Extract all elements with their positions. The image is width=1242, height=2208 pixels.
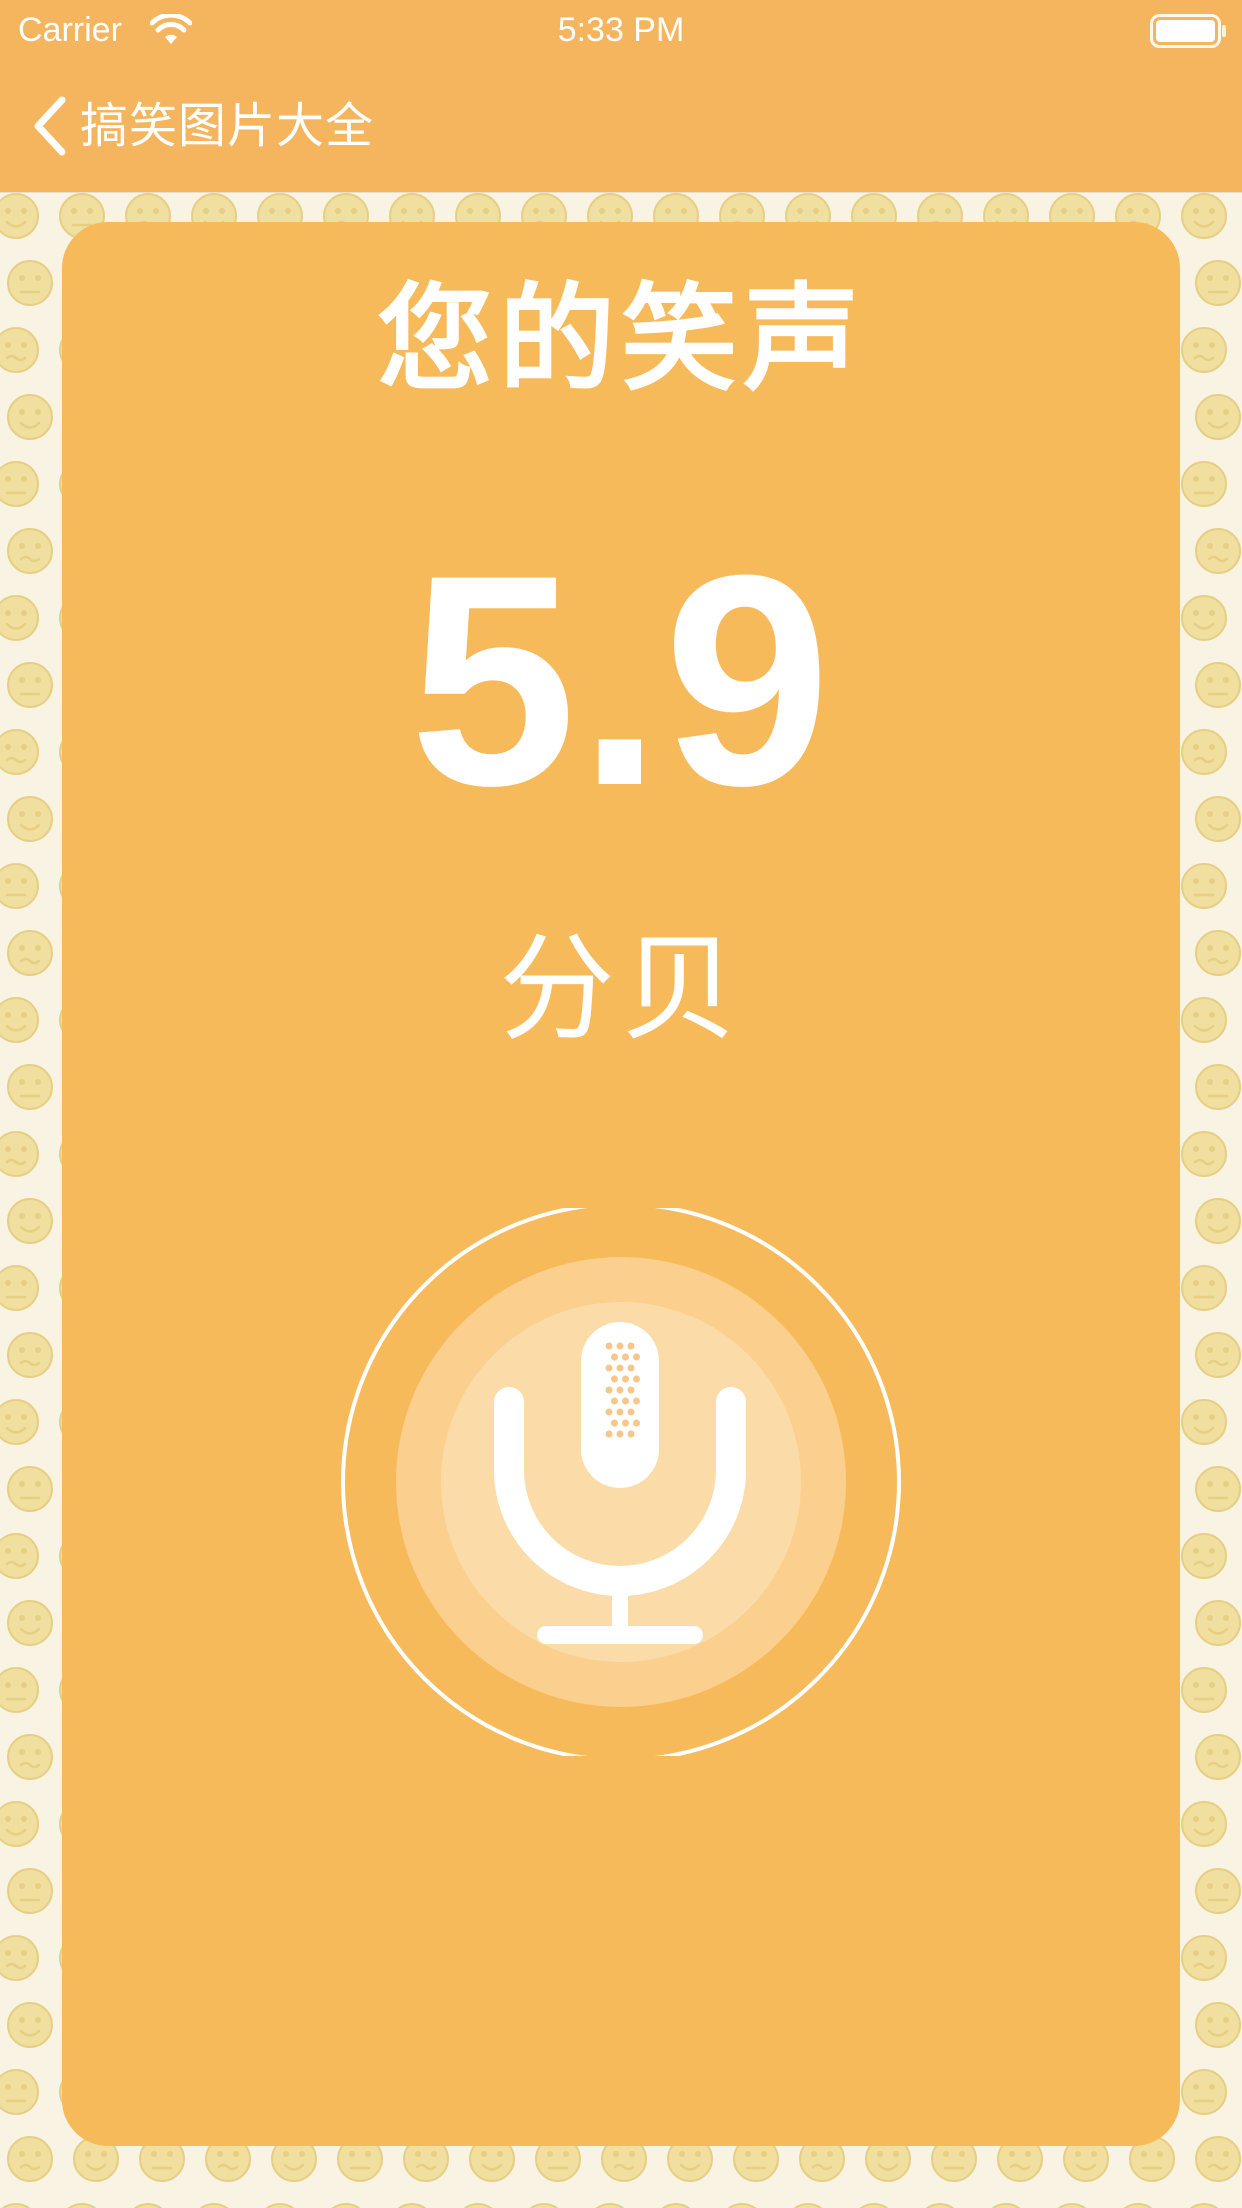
mic-grille-dot [622, 1397, 629, 1405]
emoji-face-icon [1195, 2136, 1241, 2182]
mic-grille-dot [633, 1397, 640, 1405]
emoji-face-icon [7, 1868, 53, 1914]
mic-grille-dot [627, 1408, 635, 1416]
emoji-face-icon [1195, 1466, 1241, 1512]
emoji-face-icon [7, 2002, 53, 2048]
emoji-face-icon [1195, 1064, 1241, 1110]
emoji-face-icon [7, 1466, 53, 1512]
mic-grille-dot [622, 1353, 629, 1361]
emoji-face-icon [1181, 2069, 1227, 2115]
mic-grille-dot [605, 1364, 613, 1372]
emoji-face-icon [1181, 1801, 1227, 1847]
emoji-face-icon [0, 2069, 39, 2115]
mic-grille-dot [627, 1364, 635, 1372]
emoji-face-icon [1, 2203, 31, 2208]
chevron-left-icon [34, 96, 66, 156]
emoji-face-icon [7, 1198, 53, 1244]
status-time: 5:33 PM [557, 11, 685, 49]
emoji-face-icon [991, 2203, 1021, 2208]
emoji-face-icon [7, 1064, 53, 1110]
laughter-score: 5.9 [409, 512, 833, 848]
emoji-face-icon [1181, 1265, 1227, 1311]
emoji-face-icon [331, 2203, 361, 2208]
mic-grille-dot [633, 1353, 640, 1361]
mic-grille-dot [627, 1386, 635, 1394]
emoji-face-icon [925, 2203, 955, 2208]
mic-grille-dot [611, 1375, 618, 1383]
mic-grille-dot [627, 1430, 635, 1438]
mic-grille-dot [611, 1397, 618, 1405]
navigation-bar: 搞笑图片大全 [0, 60, 1242, 192]
emoji-face-icon [529, 2203, 559, 2208]
emoji-face-icon [1181, 1131, 1227, 1177]
emoji-face-icon [133, 2203, 163, 2208]
score-unit-label: 分贝 [499, 922, 743, 1057]
emoji-face-icon [199, 2203, 229, 2208]
emoji-face-icon [1181, 1399, 1227, 1445]
emoji-face-icon [0, 193, 39, 239]
emoji-face-icon [1189, 2203, 1219, 2208]
emoji-face-icon [793, 2203, 823, 2208]
emoji-face-icon [1195, 1600, 1241, 1646]
mic-grille-dot [616, 1364, 624, 1372]
emoji-face-icon [463, 2203, 493, 2208]
mic-grille-dot [616, 1430, 624, 1438]
battery-full-icon [1150, 14, 1226, 48]
emoji-face-icon [661, 2203, 691, 2208]
emoji-face-icon [0, 461, 39, 507]
mic-grille-dot [622, 1375, 629, 1383]
emoji-face-icon [1195, 1868, 1241, 1914]
card-title: 您的笑声 [377, 272, 865, 407]
back-button-label: 搞笑图片大全 [80, 98, 375, 154]
mic-grille-dot [633, 1375, 640, 1383]
emoji-face-icon [1181, 863, 1227, 909]
emoji-face-icon [0, 1131, 39, 1177]
emoji-face-icon [7, 1600, 53, 1646]
emoji-face-icon [1181, 1533, 1227, 1579]
emoji-face-icon [397, 2203, 427, 2208]
emoji-face-icon [1195, 1332, 1241, 1378]
emoji-face-icon [0, 1265, 39, 1311]
emoji-face-icon [0, 1399, 39, 1445]
record-button[interactable] [341, 1208, 901, 1756]
emoji-face-icon [67, 2203, 97, 2208]
emoji-face-icon [0, 863, 39, 909]
emoji-face-icon [1195, 1734, 1241, 1780]
mic-grille-dot [605, 1342, 613, 1350]
mic-grille-dot [605, 1408, 613, 1416]
mic-grille-dot [611, 1353, 618, 1361]
mic-grille-dot [616, 1386, 624, 1394]
emoji-face-icon [265, 2203, 295, 2208]
emoji-face-icon [0, 1533, 39, 1579]
status-bar: Carrier 5:33 PM [0, 0, 1242, 60]
emoji-face-icon [0, 1935, 39, 1981]
mic-grille-dot [633, 1419, 640, 1427]
emoji-face-icon [1181, 193, 1227, 239]
emoji-face-icon [0, 1667, 39, 1713]
back-button[interactable]: 搞笑图片大全 [30, 90, 374, 162]
mic-grille-dot [605, 1430, 613, 1438]
mic-grille-dot [605, 1386, 613, 1394]
mic-grille-dot [616, 1342, 624, 1350]
emoji-face-icon [7, 2136, 53, 2182]
emoji-face-icon [727, 2203, 757, 2208]
mic-grille-dot [622, 1419, 629, 1427]
emoji-face-icon [0, 1801, 39, 1847]
emoji-face-icon [7, 1332, 53, 1378]
mic-grille-dot [616, 1408, 624, 1416]
emoji-face-icon [1181, 461, 1227, 507]
emoji-face-icon [1057, 2203, 1087, 2208]
emoji-face-icon [1195, 2002, 1241, 2048]
emoji-face-icon [595, 2203, 625, 2208]
emoji-face-icon [1123, 2203, 1153, 2208]
emoji-face-icon [1181, 1667, 1227, 1713]
emoji-face-icon [1181, 1935, 1227, 1981]
emoji-face-icon [7, 1734, 53, 1780]
mic-grille-dot [627, 1342, 635, 1350]
emoji-face-icon [859, 2203, 889, 2208]
laughter-result-card [62, 222, 1180, 2146]
emoji-face-icon [1195, 1198, 1241, 1244]
mic-grille-dot [611, 1419, 618, 1427]
